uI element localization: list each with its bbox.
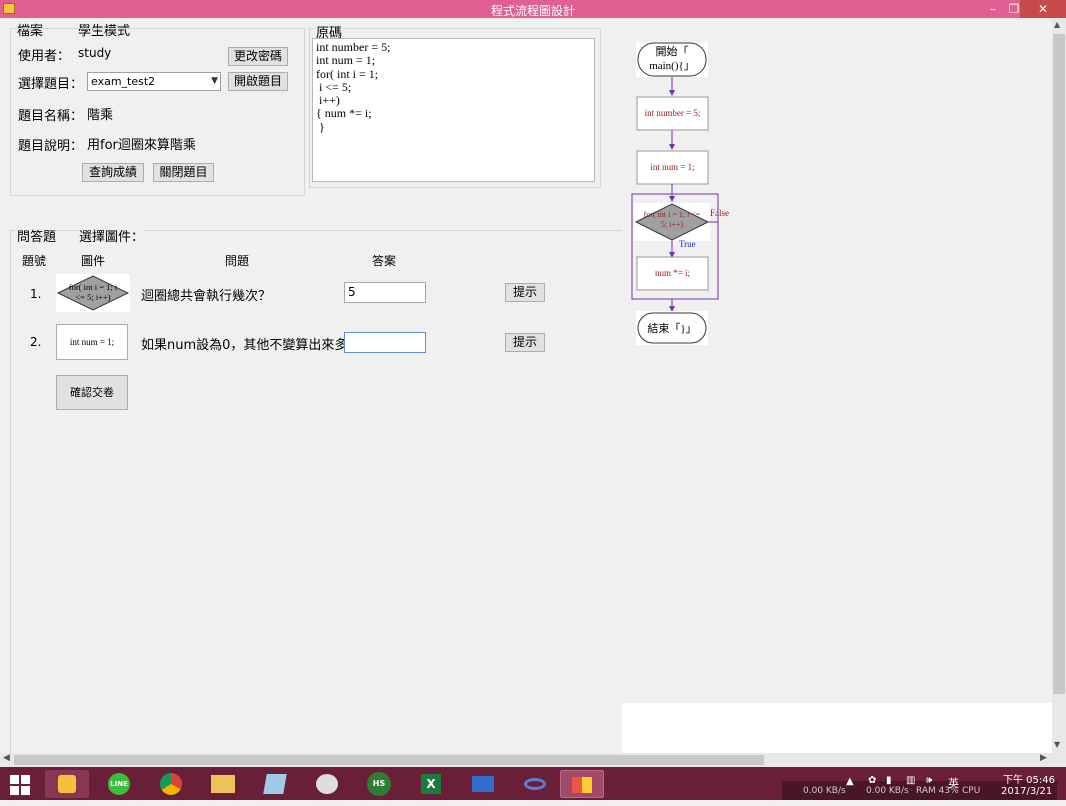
sticky-notes-icon[interactable] bbox=[45, 770, 89, 798]
net-up: 0.00 KB/s bbox=[803, 786, 846, 796]
node-int-number-label: int number = 5; bbox=[644, 108, 701, 118]
vertical-scroll-thumb[interactable] bbox=[1053, 34, 1065, 694]
change-password-button[interactable]: 更改密碼 bbox=[228, 47, 288, 66]
chrome-icon[interactable] bbox=[149, 770, 193, 798]
network-icon[interactable]: ▥ bbox=[906, 775, 915, 786]
row1-answer-input[interactable]: 5 bbox=[344, 282, 426, 303]
row2-answer-input[interactable] bbox=[344, 332, 426, 353]
flowchart-app-icon[interactable] bbox=[560, 770, 604, 798]
decision-label: for( int i = 1; i <= 5; i++) bbox=[643, 210, 701, 229]
row1-question: 迴圈總共會執行幾次？ bbox=[141, 289, 272, 304]
net-down: 0.00 KB/s bbox=[866, 786, 909, 796]
false-label: False bbox=[710, 208, 729, 218]
problem-select-value: exam_test2 bbox=[91, 75, 156, 88]
row1-component-label: for( int i = 1; i <= 5; i++) bbox=[68, 282, 118, 302]
node-int-num-label: int num = 1; bbox=[650, 162, 695, 172]
vertical-scrollbar[interactable]: ▲ ▼ bbox=[1052, 18, 1066, 753]
horizontal-scroll-thumb[interactable] bbox=[14, 755, 764, 765]
scroll-down-icon[interactable]: ▼ bbox=[1054, 740, 1060, 749]
header-question: 問題 bbox=[225, 254, 250, 268]
paint-icon[interactable] bbox=[305, 770, 349, 798]
flowchart-canvas[interactable] bbox=[622, 33, 1052, 363]
window-title: 程式流程圖設計 bbox=[490, 4, 575, 18]
true-label: True bbox=[679, 239, 696, 249]
header-component: 圖件 bbox=[81, 254, 106, 268]
row2-number: 2. bbox=[30, 335, 42, 349]
problem-select[interactable]: exam_test2 ▼ bbox=[87, 72, 221, 91]
problem-desc-label: 題目說明： bbox=[18, 139, 84, 154]
scroll-up-icon[interactable]: ▲ bbox=[1054, 20, 1060, 29]
line-icon[interactable]: LINE bbox=[97, 770, 141, 798]
problem-name-label: 題目名稱： bbox=[18, 109, 84, 124]
select-component-label: 選擇圖件： bbox=[79, 226, 145, 245]
visual-studio-icon[interactable] bbox=[513, 770, 557, 798]
power-icon[interactable]: ▮ bbox=[886, 775, 892, 786]
close-button[interactable]: ✕ bbox=[1020, 0, 1066, 18]
volume-icon[interactable]: 🕪 bbox=[926, 775, 932, 786]
submit-button[interactable]: 確認交卷 bbox=[56, 375, 128, 410]
hs-app-icon[interactable]: HS bbox=[357, 770, 401, 798]
flowchart-bottom-area bbox=[622, 703, 1052, 753]
qa-tab-label[interactable]: 問答題 bbox=[17, 226, 57, 245]
horizontal-scrollbar[interactable]: ◀ ▶ bbox=[0, 753, 1066, 767]
excel-icon[interactable]: X bbox=[409, 770, 453, 798]
notebook-icon[interactable] bbox=[253, 770, 297, 798]
row1-number: 1. bbox=[30, 287, 42, 301]
header-answer: 答案 bbox=[372, 254, 397, 268]
scroll-left-icon[interactable]: ◀ bbox=[3, 753, 10, 763]
open-problem-button[interactable]: 開啟題目 bbox=[228, 72, 288, 91]
clock-time[interactable]: 下午 05:46 bbox=[1003, 771, 1055, 786]
problem-desc-value: 用for迴圈來算階乘 bbox=[87, 138, 196, 153]
user-value: study bbox=[78, 46, 112, 60]
clock-date[interactable]: 2017/3/21 bbox=[1001, 786, 1052, 797]
title-bar: 程式流程圖設計 – ❐ ✕ bbox=[0, 0, 1066, 18]
row2-hint-button[interactable]: 提示 bbox=[505, 333, 545, 352]
end-node-label: 結束「}」 bbox=[647, 323, 697, 335]
windows-start-icon[interactable] bbox=[0, 770, 40, 798]
tray-app-icon[interactable]: ✿ bbox=[868, 775, 876, 786]
select-problem-label: 選擇題目： bbox=[18, 77, 84, 92]
row2-component[interactable]: int num = 1; bbox=[56, 324, 128, 360]
row1-component[interactable]: for( int i = 1; i <= 5; i++) bbox=[56, 274, 130, 312]
row2-question: 如果num設為0，其他不變算出來多少？ bbox=[141, 338, 374, 353]
cpu-usage: CPU bbox=[962, 786, 981, 796]
problem-name-value: 階乘 bbox=[87, 108, 114, 123]
file-explorer-icon[interactable] bbox=[201, 770, 245, 798]
user-label: 使用者： bbox=[18, 49, 71, 64]
close-problem-button[interactable]: 關閉題目 bbox=[153, 163, 214, 182]
header-number: 題號 bbox=[22, 254, 47, 268]
row1-hint-button[interactable]: 提示 bbox=[505, 283, 545, 302]
ime-indicator[interactable]: 英 bbox=[948, 775, 959, 791]
remote-desktop-icon[interactable] bbox=[461, 770, 505, 798]
source-code-box[interactable]: int number = 5; int num = 1; for( int i … bbox=[312, 38, 595, 182]
tray-expand-icon[interactable]: ▲ bbox=[846, 776, 854, 787]
start-node-label: 開始「 main(){」 bbox=[649, 46, 695, 72]
node-body-label: num *= i; bbox=[654, 268, 691, 278]
query-score-button[interactable]: 查詢成績 bbox=[82, 163, 144, 182]
chevron-down-icon: ▼ bbox=[211, 76, 218, 86]
scroll-right-icon[interactable]: ▶ bbox=[1040, 753, 1047, 763]
